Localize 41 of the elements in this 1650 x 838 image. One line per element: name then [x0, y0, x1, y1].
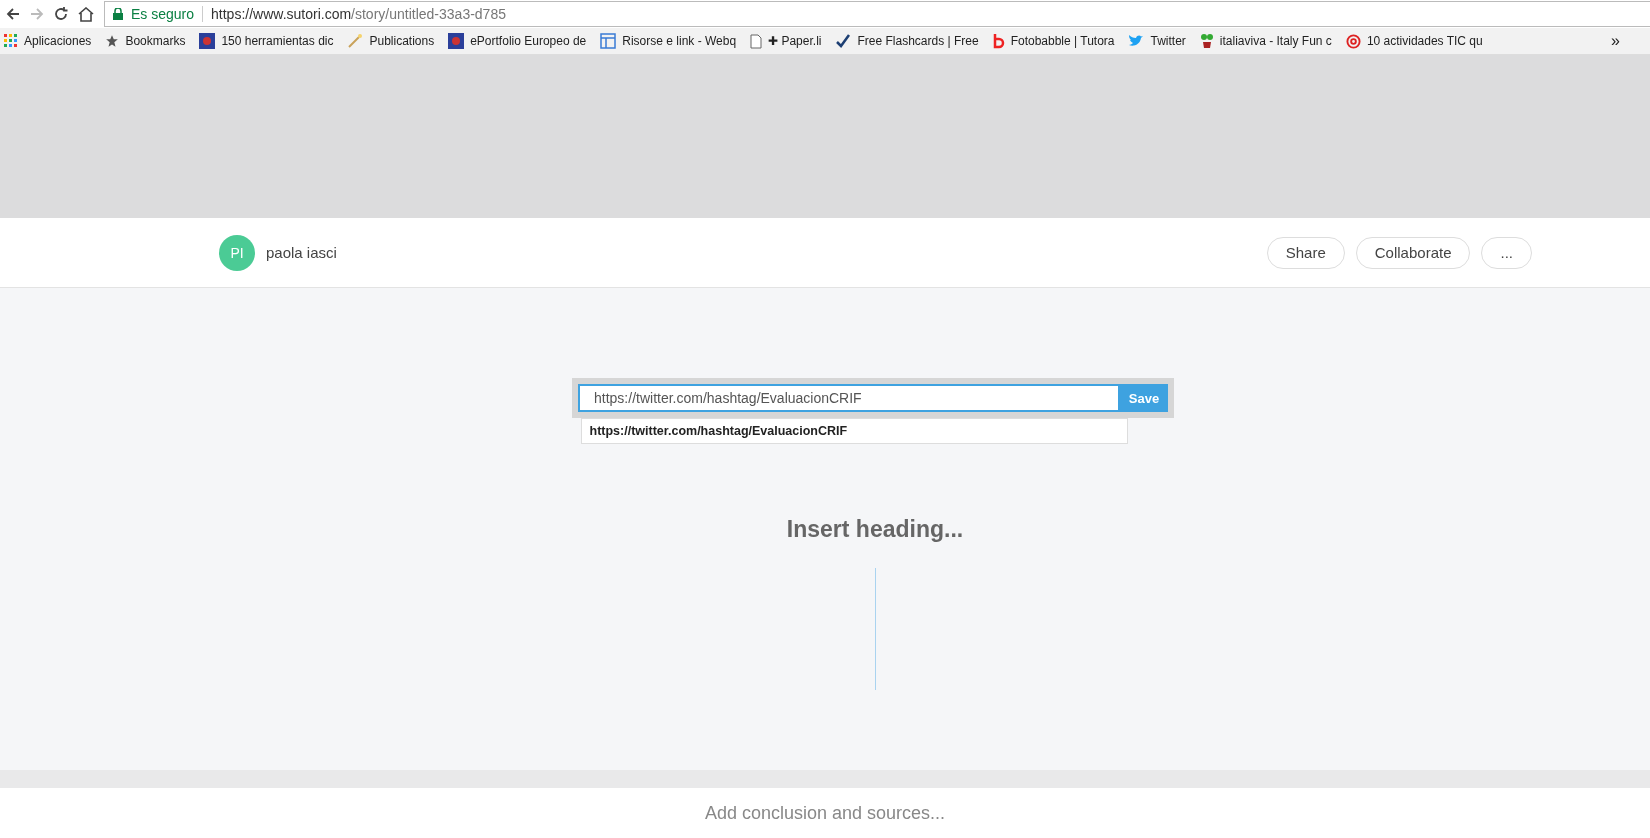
header-button[interactable]: Collaborate	[1355, 236, 1471, 269]
bookmark-link[interactable]: 10 actividades TIC qu	[1345, 33, 1483, 49]
wand-icon	[347, 33, 364, 49]
header-button[interactable]: Share	[1266, 236, 1345, 269]
thumbnail-icon	[199, 33, 216, 49]
back-icon[interactable]	[6, 7, 20, 21]
user-name: paola iasci	[266, 244, 338, 261]
conclusion-placeholder[interactable]: Add conclusion and sources...	[704, 802, 946, 824]
reload-icon[interactable]	[54, 7, 68, 21]
link-input[interactable]: https://twitter.com/hashtag/EvaluacionCRIF	[578, 384, 1120, 412]
bookmark-link[interactable]: ePortfolio Europeo de	[448, 33, 587, 49]
apps-icon	[4, 34, 18, 48]
bookmark-link[interactable]: ✚ Paper.li	[750, 33, 822, 49]
security-label: Es seguro	[131, 6, 195, 22]
star-icon	[105, 34, 120, 48]
autocomplete-suggestion[interactable]: https://twitter.com/hashtag/EvaluacionCRIF	[580, 418, 1128, 444]
home-icon[interactable]	[78, 6, 94, 22]
page-url: https://www.sutori.com/story/untitled-33a3-d785	[211, 6, 506, 22]
letter-icon	[992, 33, 1005, 49]
bookmark-link[interactable]: Risorse e link - Webq	[600, 33, 737, 49]
bookmark-link[interactable]: italiaviva - Italy Fun c	[1199, 33, 1332, 49]
thumbnail-icon	[448, 33, 465, 49]
bookmark-link[interactable]: 150 herramientas dic	[199, 33, 334, 49]
heading-placeholder[interactable]: Insert heading...	[786, 516, 964, 543]
page-icon	[750, 33, 763, 49]
address-bar[interactable]: Es seguro https://www.sutori.com/story/untitled-33a3-d785	[104, 1, 1650, 27]
bookmark-link[interactable]: Publications	[347, 33, 435, 49]
at-sign-icon	[1345, 33, 1361, 49]
user-avatar: PI	[219, 234, 255, 271]
bird-icon	[1128, 34, 1145, 48]
header-button[interactable]: ...	[1481, 236, 1532, 269]
bookmark-link[interactable]: Free Flashcards | Free	[835, 33, 979, 49]
bookmark-link[interactable]: Fotobabble | Tutora	[992, 33, 1115, 49]
bookmark-link[interactable]: Bookmarks	[105, 34, 186, 48]
layout-icon	[600, 33, 617, 49]
plant-icon	[1199, 33, 1214, 49]
more-bookmarks-button[interactable]: »	[1611, 32, 1620, 50]
bookmark-link[interactable]: Twitter	[1128, 34, 1186, 48]
bookmark-link[interactable]: Aplicaciones	[4, 34, 92, 48]
lock-icon	[113, 8, 123, 20]
checkmark-icon	[835, 33, 852, 49]
